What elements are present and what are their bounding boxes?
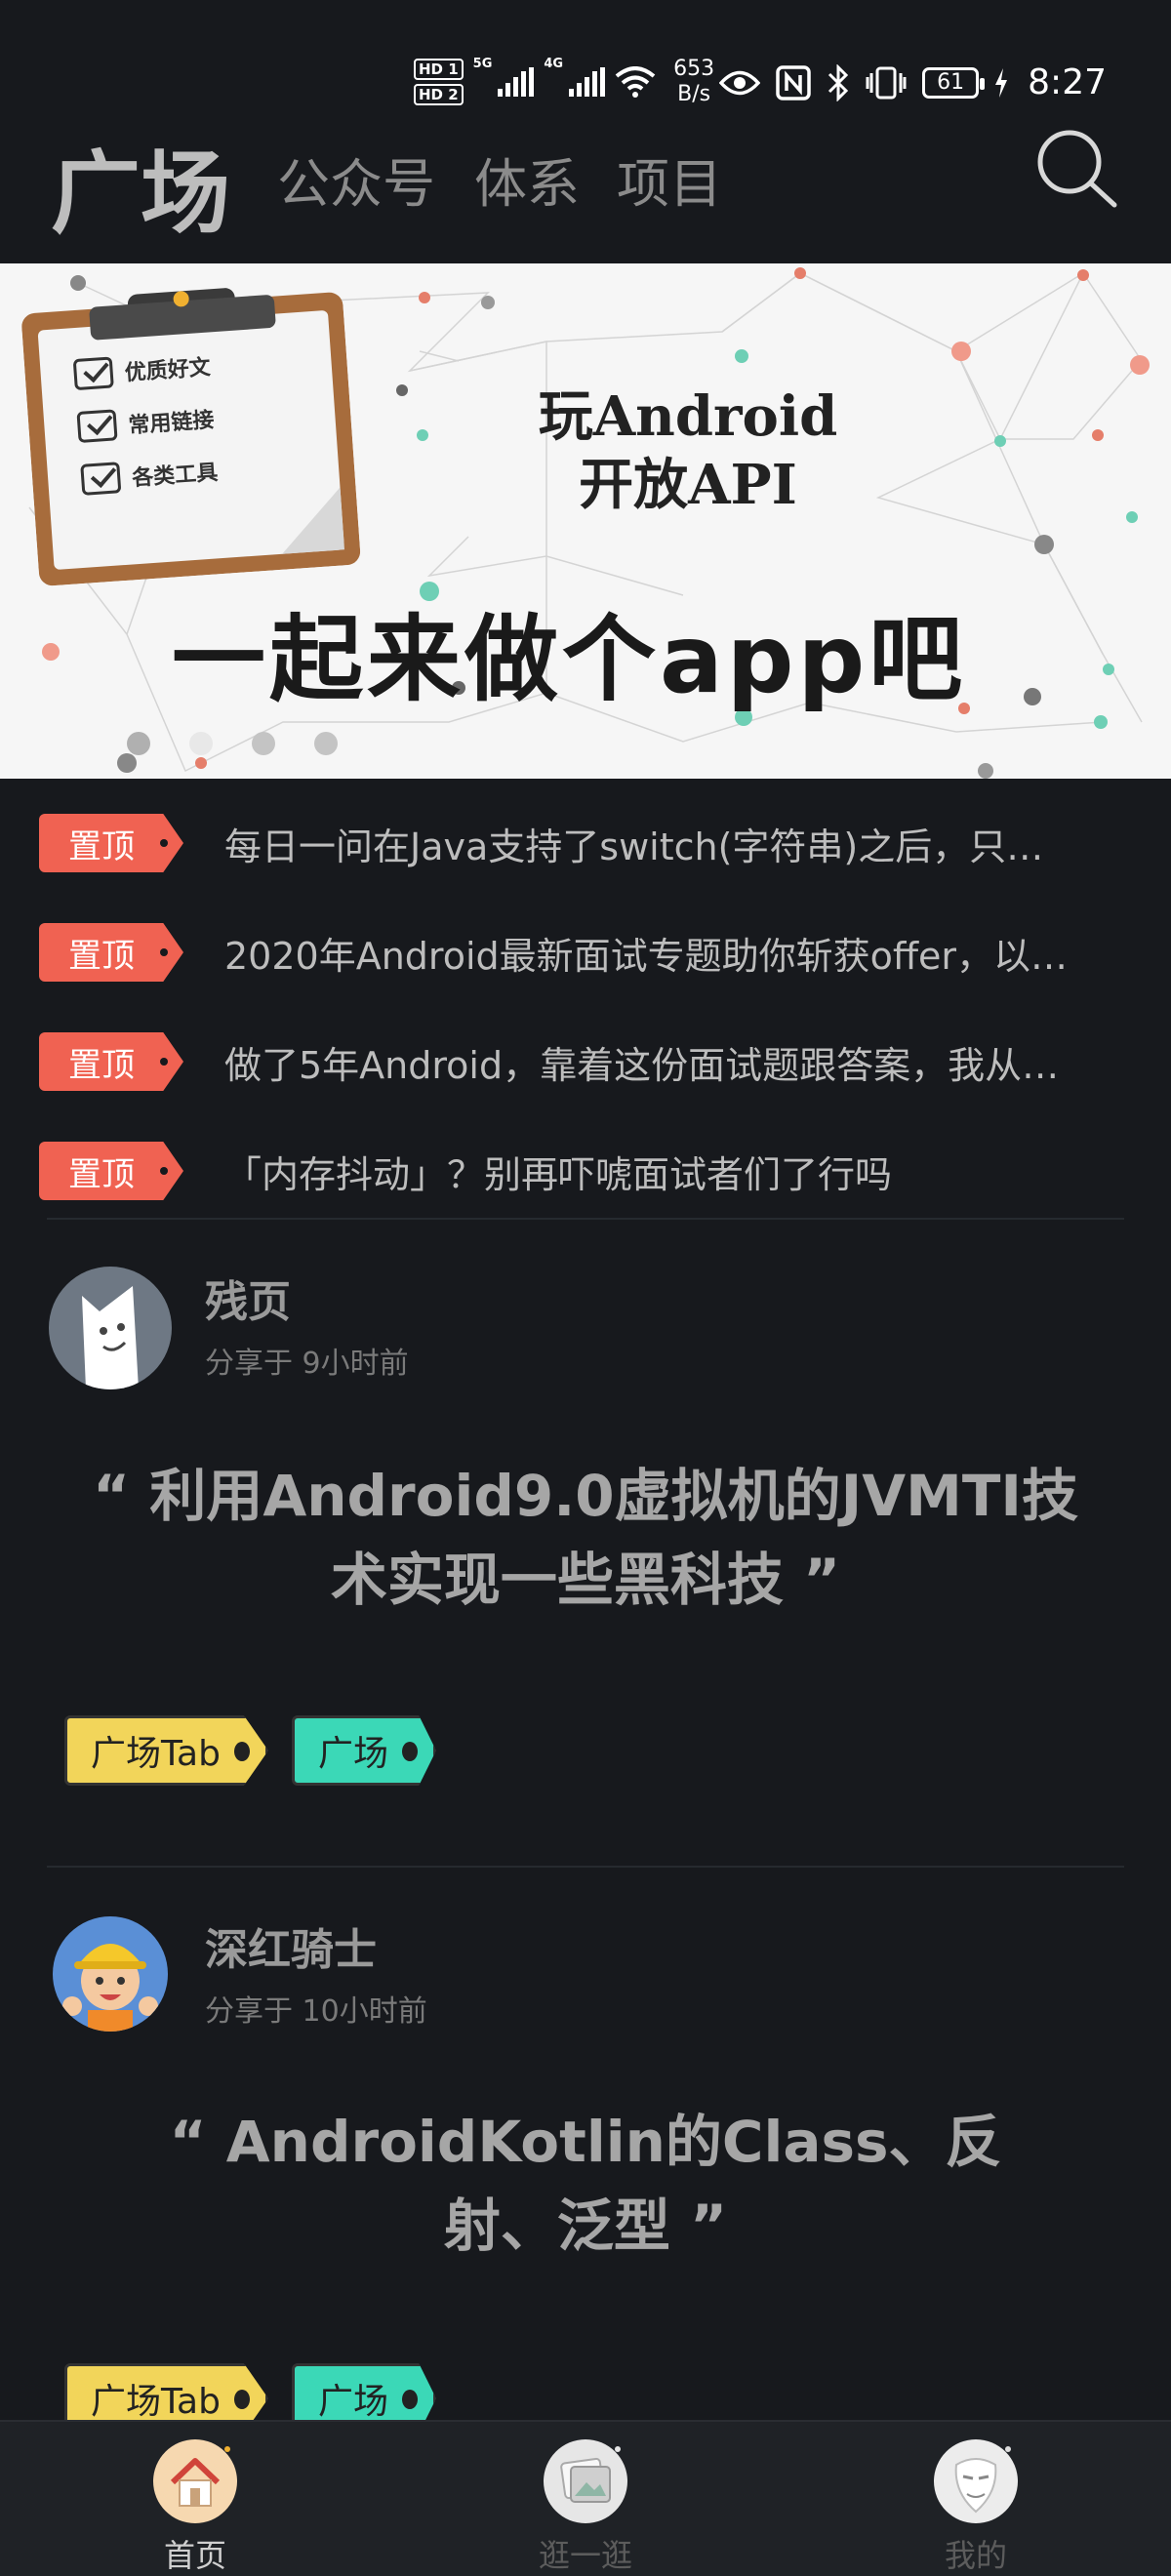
tag-chip[interactable]: 广场 bbox=[291, 1715, 436, 1786]
home-icon bbox=[153, 2439, 237, 2523]
pinned-title: 「内存抖动」？别再吓唬面试者们了行吗 bbox=[224, 1152, 893, 1196]
carousel-dot[interactable] bbox=[314, 732, 338, 755]
banner-title-line1: 玩Android bbox=[538, 384, 838, 449]
banner-slogan: 一起来做个app吧 bbox=[172, 605, 967, 714]
eye-icon bbox=[719, 70, 761, 95]
nfc-icon bbox=[776, 64, 811, 101]
tab-projects[interactable]: 项目 bbox=[617, 141, 722, 218]
network-type-2: 4G bbox=[544, 57, 564, 71]
article-title[interactable]: “ 利用Android9.0虚拟机的JVMTI技术实现一些黑科技 ” bbox=[88, 1454, 1083, 1622]
banner-title: 玩Android 开放API bbox=[488, 382, 888, 519]
avatar[interactable] bbox=[53, 1916, 168, 2032]
pinned-item[interactable]: 置顶 每日一问在Java支持了switch(字符串)之后，只… bbox=[0, 788, 1171, 898]
gallery-icon bbox=[544, 2439, 627, 2523]
nav-label: 我的 bbox=[944, 2537, 1007, 2574]
article-card[interactable]: 深红骑士 分享于 10小时前 “ AndroidKotlin的Class、反射、… bbox=[0, 1868, 1171, 2420]
sim2-badge: HD 2 bbox=[414, 84, 464, 105]
pinned-badge: 置顶 bbox=[39, 1032, 183, 1091]
carousel-dot[interactable] bbox=[127, 732, 150, 755]
charging-icon bbox=[995, 67, 1008, 98]
speed-value: 653 bbox=[673, 57, 715, 81]
tab-official-accounts[interactable]: 公众号 bbox=[277, 141, 435, 218]
status-right: 61 8:27 bbox=[719, 62, 1107, 102]
sim1-badge: HD 1 bbox=[414, 59, 464, 80]
mask-icon bbox=[934, 2439, 1018, 2523]
tag-chip[interactable]: 广场Tab bbox=[64, 2363, 268, 2420]
checkbox-icon bbox=[76, 409, 118, 444]
sim-indicators: HD 1 HD 2 bbox=[414, 59, 464, 105]
battery-icon: 61 bbox=[922, 66, 986, 99]
carousel-dot[interactable] bbox=[189, 732, 213, 755]
pinned-title: 2020年Android最新面试专题助你斩获offer，以… bbox=[224, 934, 1069, 978]
nav-explore[interactable]: 逛一逛 bbox=[488, 2439, 683, 2576]
pinned-item[interactable]: 置顶 「内存抖动」？别再吓唬面试者们了行吗 bbox=[0, 1116, 1171, 1226]
share-time: 分享于 9小时前 bbox=[205, 1347, 409, 1381]
network-type-1: 5G bbox=[472, 57, 493, 71]
clipboard-illustration: 优质好文 常用链接 各类工具 bbox=[20, 272, 361, 586]
nav-home[interactable]: 首页 bbox=[98, 2439, 293, 2576]
clock: 8:27 bbox=[1028, 62, 1107, 102]
bottom-nav: 首页 逛一逛 我的 bbox=[0, 2420, 1171, 2576]
network-speed: 653 B/s bbox=[673, 57, 714, 107]
author-name[interactable]: 残页 bbox=[205, 1267, 291, 1329]
tag-row: 广场Tab 广场 bbox=[64, 2363, 436, 2420]
signal-icon bbox=[569, 67, 606, 97]
checkbox-icon bbox=[72, 356, 114, 391]
wifi-icon bbox=[615, 66, 656, 98]
nav-label: 首页 bbox=[163, 2537, 226, 2574]
speed-unit: B/s bbox=[677, 82, 711, 106]
avatar[interactable] bbox=[49, 1267, 172, 1389]
bluetooth-icon bbox=[828, 63, 849, 101]
nav-label: 逛一逛 bbox=[538, 2537, 632, 2574]
banner-carousel[interactable]: 优质好文 常用链接 各类工具 玩Android 开放API 一起来做个app吧 bbox=[0, 263, 1171, 779]
status-left: HD 1 HD 2 5G 4G 653 B/s bbox=[414, 57, 714, 107]
article-title[interactable]: “ AndroidKotlin的Class、反射、泛型 ” bbox=[117, 2100, 1054, 2268]
pinned-badge: 置顶 bbox=[39, 1142, 183, 1200]
tab-square[interactable]: 广场 bbox=[51, 121, 230, 251]
search-icon[interactable] bbox=[1032, 125, 1120, 213]
clipboard-list: 优质好文 常用链接 各类工具 bbox=[72, 349, 221, 516]
pinned-item[interactable]: 置顶 做了5年Android，靠着这份面试题跟答案，我从… bbox=[0, 1007, 1171, 1116]
top-nav: 广场 公众号 体系 项目 bbox=[0, 117, 1171, 263]
pinned-title: 每日一问在Java支持了switch(字符串)之后，只… bbox=[224, 825, 1044, 868]
tag-row: 广场Tab 广场 bbox=[64, 1715, 436, 1786]
vibrate-icon bbox=[866, 66, 907, 99]
carousel-dot[interactable] bbox=[252, 732, 275, 755]
carousel-indicator bbox=[0, 732, 818, 755]
pinned-badge: 置顶 bbox=[39, 814, 183, 872]
pinned-item[interactable]: 置顶 2020年Android最新面试专题助你斩获offer，以… bbox=[0, 898, 1171, 1007]
share-time: 分享于 10小时前 bbox=[205, 1994, 427, 2029]
banner-title-line2: 开放API bbox=[579, 453, 797, 517]
signal-icon bbox=[498, 67, 535, 97]
tag-chip[interactable]: 广场Tab bbox=[64, 1715, 268, 1786]
status-bar: HD 1 HD 2 5G 4G 653 B/s 61 8:27 bbox=[0, 0, 1171, 117]
clipboard-item: 常用链接 bbox=[76, 402, 215, 444]
checkbox-icon bbox=[80, 462, 122, 496]
clipboard-item: 各类工具 bbox=[80, 455, 219, 496]
pinned-title: 做了5年Android，靠着这份面试题跟答案，我从… bbox=[224, 1043, 1060, 1087]
author-name[interactable]: 深红骑士 bbox=[205, 1914, 377, 1977]
tag-chip[interactable]: 广场 bbox=[291, 2363, 436, 2420]
nav-profile[interactable]: 我的 bbox=[878, 2439, 1073, 2576]
pinned-list: 置顶 每日一问在Java支持了switch(字符串)之后，只… 置顶 2020年… bbox=[0, 788, 1171, 1226]
battery-level: 61 bbox=[937, 70, 965, 95]
pinned-badge: 置顶 bbox=[39, 923, 183, 982]
tab-system[interactable]: 体系 bbox=[474, 141, 580, 218]
article-card[interactable]: 残页 分享于 9小时前 “ 利用Android9.0虚拟机的JVMTI技术实现一… bbox=[0, 1220, 1171, 1864]
